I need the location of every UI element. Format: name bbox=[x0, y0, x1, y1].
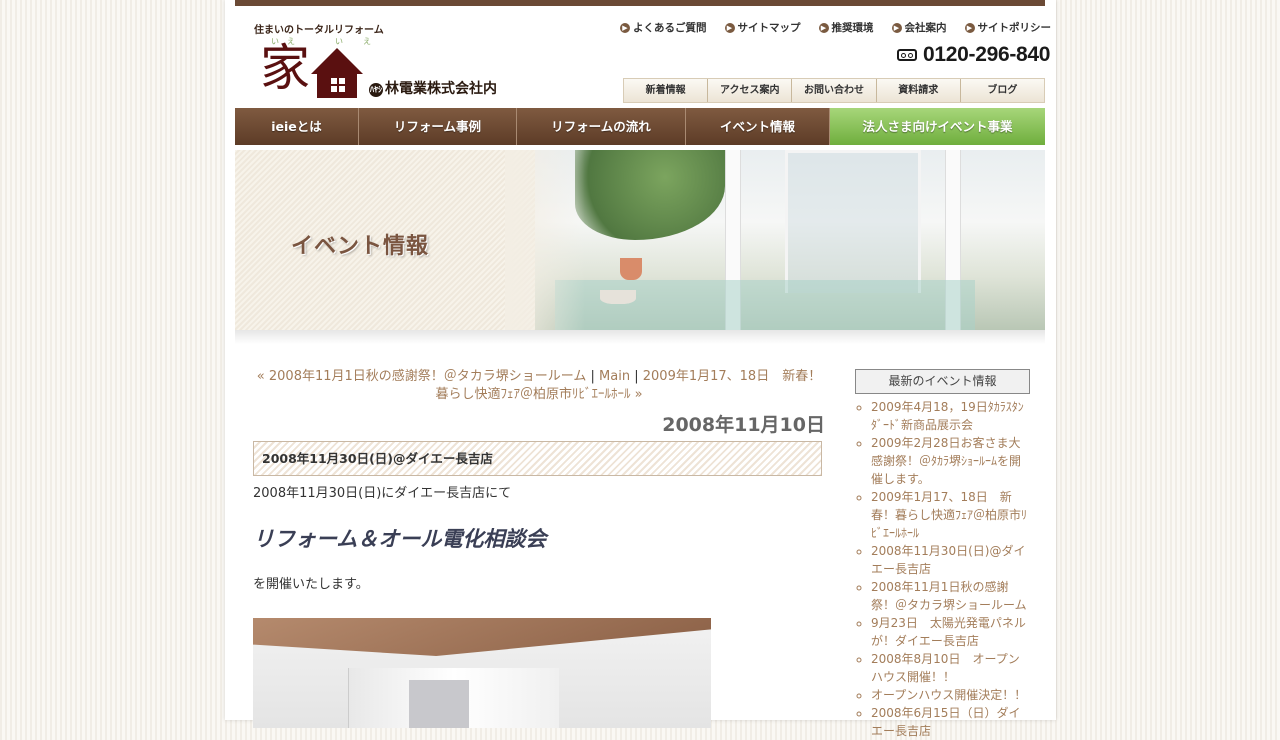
recent-event-link[interactable]: オープンハウス開催決定！！ bbox=[871, 688, 1026, 702]
arrow-right-icon: ▶ bbox=[964, 22, 975, 33]
recent-event-link[interactable]: 9月23日 太陽光発電パネルが！ダイエー長吉店 bbox=[871, 616, 1026, 648]
recent-event-link[interactable]: 2009年1月17、18日 新春！暮らし快適ﾌｪｱ＠柏原市ﾘﾋﾞｴｰﾙﾎｰﾙ bbox=[871, 490, 1027, 540]
cabinet-image bbox=[348, 668, 559, 728]
list-item: 2008年6月15日（日）ダイエー長吉店 bbox=[871, 704, 1030, 740]
glass-table-image bbox=[555, 280, 975, 330]
arrow-right-icon: ▶ bbox=[891, 22, 902, 33]
sub-nav: 新着情報 アクセス案内 お問い合わせ 資料請求 ブログ bbox=[623, 78, 1045, 103]
entry-text: を開催いたします。 bbox=[253, 577, 369, 592]
banner-photo bbox=[535, 150, 1045, 330]
logo-furigana: え bbox=[363, 37, 371, 46]
sidebar: 最新のイベント情報 2009年4月18，19日ﾀｶﾗｽﾀﾝﾀﾞｰﾄﾞ新商品展示会… bbox=[855, 369, 1030, 740]
sub-nav-blog[interactable]: ブログ bbox=[961, 79, 1044, 102]
banner-fade bbox=[505, 150, 585, 330]
kitchen-photo bbox=[253, 618, 711, 728]
planter-image bbox=[600, 290, 636, 304]
recent-event-link[interactable]: 2008年6月15日（日）ダイエー長吉店 bbox=[871, 706, 1020, 738]
main-link[interactable]: Main bbox=[599, 369, 630, 384]
post-navigation: « 2008年11月1日秋の感謝祭！＠タカラ堺ショールーム | Main | 2… bbox=[253, 368, 825, 404]
logo-furigana: い bbox=[335, 37, 343, 46]
page-banner: イベント情報 bbox=[235, 150, 1045, 330]
arrow-right-icon: ▶ bbox=[818, 22, 829, 33]
post-nav-separator: | bbox=[630, 369, 643, 384]
recent-event-link[interactable]: 2008年11月30日(日)@ダイエー長吉店 bbox=[871, 544, 1025, 576]
util-link-label: 推奨環境 bbox=[831, 22, 874, 34]
sliding-door-image bbox=[785, 150, 921, 293]
banner-title: イベント情報 bbox=[291, 234, 430, 259]
main-content: « 2008年11月1日秋の感謝祭！＠タカラ堺ショールーム | Main | 2… bbox=[253, 368, 825, 728]
site-logo[interactable]: い え い え 家 ﾊﾔｼ 林電業株式会社内 bbox=[255, 36, 515, 102]
entry-date: 2008年11月10日 bbox=[662, 414, 825, 436]
main-nav: ieieとは リフォーム事例 リフォームの流れ イベント情報 法人さま向けイベン… bbox=[235, 108, 1045, 145]
list-item: 2009年1月17、18日 新春！暮らし快適ﾌｪｱ＠柏原市ﾘﾋﾞｴｰﾙﾎｰﾙ bbox=[871, 488, 1030, 542]
tree-image bbox=[575, 150, 725, 240]
sidebar-heading: 最新のイベント情報 bbox=[855, 369, 1030, 394]
phone-number-text: 0120-296-840 bbox=[923, 43, 1051, 66]
sub-nav-contact[interactable]: お問い合わせ bbox=[792, 79, 877, 102]
main-nav-reform-flow[interactable]: リフォームの流れ bbox=[517, 108, 686, 145]
util-link-environment[interactable]: ▶ 推奨環境 bbox=[818, 20, 874, 35]
top-accent-bar bbox=[235, 0, 1045, 6]
recent-events-list: 2009年4月18，19日ﾀｶﾗｽﾀﾝﾀﾞｰﾄﾞ新商品展示会 2009年2月28… bbox=[855, 398, 1030, 740]
main-nav-corporate-events[interactable]: 法人さま向けイベント事業 bbox=[830, 108, 1045, 145]
banner-shadow bbox=[235, 330, 1045, 344]
recent-event-link[interactable]: 2009年2月28日お客さま大感謝祭！＠ﾀｶﾗ堺ｼｮｰﾙｰﾑを開催します。 bbox=[871, 436, 1021, 486]
list-item: 9月23日 太陽光発電パネルが！ダイエー長吉店 bbox=[871, 614, 1030, 650]
post-nav-separator: | bbox=[586, 369, 600, 384]
arrow-right-icon: ▶ bbox=[724, 22, 735, 33]
sub-nav-brochure[interactable]: 資料請求 bbox=[877, 79, 961, 102]
arrow-right-icon: ▶ bbox=[620, 22, 630, 33]
page-container: 住まいのトータルリフォーム い え い え 家 ﾊﾔｼ 林電業株式会社内 ▶ よくあ… bbox=[225, 0, 1056, 738]
list-item: 2009年2月28日お客さま大感謝祭！＠ﾀｶﾗ堺ｼｮｰﾙｰﾑを開催します。 bbox=[871, 434, 1030, 488]
util-link-policy[interactable]: ▶ サイトポリシー bbox=[964, 20, 1052, 35]
company-name: ﾊﾔｼ 林電業株式会社内 bbox=[369, 78, 497, 98]
util-link-label: サイトポリシー bbox=[977, 22, 1052, 34]
list-item: オープンハウス開催決定！！ bbox=[871, 686, 1030, 704]
utility-nav: ▶ よくあるご質問 ▶ サイトマップ ▶ 推奨環境 ▶ 会社案内 ▶ サイトポリシー bbox=[620, 20, 1051, 35]
phone-number: 0120-296-840 bbox=[897, 43, 1050, 67]
main-nav-reform-cases[interactable]: リフォーム事例 bbox=[359, 108, 517, 145]
util-link-faq[interactable]: ▶ よくあるご質問 bbox=[620, 20, 707, 35]
flower-pot-image bbox=[620, 258, 642, 280]
site-tagline: 住まいのトータルリフォーム bbox=[254, 25, 384, 36]
list-item: 2008年11月1日秋の感謝祭！＠タカラ堺ショールーム bbox=[871, 578, 1030, 614]
recent-event-link[interactable]: 2008年8月10日 オープンハウス開催！！ bbox=[871, 652, 1020, 684]
list-item: 2008年11月30日(日)@ダイエー長吉店 bbox=[871, 542, 1030, 578]
util-link-company[interactable]: ▶ 会社案内 bbox=[891, 20, 947, 35]
entry-title: 2008年11月30日(日)@ダイエー長吉店 bbox=[253, 441, 822, 476]
recent-event-link[interactable]: 2008年11月1日秋の感謝祭！＠タカラ堺ショールーム bbox=[871, 580, 1027, 612]
entry-text: 2008年11月30日(日)にダイエー長吉店にて bbox=[253, 486, 512, 501]
entry-heading: リフォーム＆オール電化相談会 bbox=[253, 527, 547, 551]
util-link-sitemap[interactable]: ▶ サイトマップ bbox=[724, 20, 801, 35]
sub-nav-access[interactable]: アクセス案内 bbox=[708, 79, 793, 102]
list-item: 2008年8月10日 オープンハウス開催！！ bbox=[871, 650, 1030, 686]
logo-kanji: 家 bbox=[260, 39, 310, 97]
company-mark-icon: ﾊﾔｼ bbox=[369, 83, 383, 97]
recent-event-link[interactable]: 2009年4月18，19日ﾀｶﾗｽﾀﾝﾀﾞｰﾄﾞ新商品展示会 bbox=[871, 400, 1024, 432]
main-nav-events[interactable]: イベント情報 bbox=[686, 108, 830, 145]
util-link-label: サイトマップ bbox=[737, 22, 801, 34]
sub-nav-news[interactable]: 新着情報 bbox=[624, 79, 709, 102]
list-item: 2009年4月18，19日ﾀｶﾗｽﾀﾝﾀﾞｰﾄﾞ新商品展示会 bbox=[871, 398, 1030, 434]
free-dial-icon bbox=[897, 49, 917, 61]
company-name-text: 林電業株式会社内 bbox=[385, 81, 497, 97]
ceiling-image bbox=[253, 618, 711, 656]
util-link-label: よくあるご質問 bbox=[633, 22, 707, 34]
prev-post-link[interactable]: « 2008年11月1日秋の感謝祭！＠タカラ堺ショールーム bbox=[257, 369, 587, 384]
util-link-label: 会社案内 bbox=[904, 22, 947, 34]
main-nav-about[interactable]: ieieとは bbox=[235, 108, 359, 145]
